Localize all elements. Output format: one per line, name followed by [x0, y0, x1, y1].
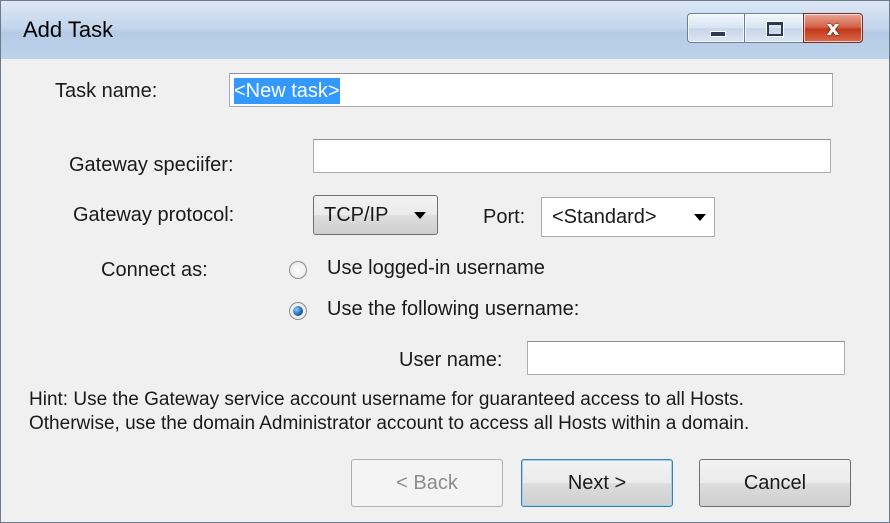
- title-bar[interactable]: Add Task x: [1, 1, 889, 59]
- maximize-button[interactable]: [744, 13, 804, 43]
- user-name-input[interactable]: [527, 341, 845, 375]
- add-task-window: Add Task x Task name: <New task> Gateway…: [0, 0, 890, 523]
- radio-following-label[interactable]: Use the following username:: [327, 298, 579, 321]
- maximize-icon: [766, 21, 784, 37]
- connect-as-label: Connect as:: [101, 259, 208, 281]
- hint-line-1: Hint: Use the Gateway service account us…: [29, 389, 744, 410]
- gateway-specifier-label: Gateway speciifer:: [69, 154, 234, 176]
- port-label: Port:: [483, 206, 526, 228]
- gateway-specifier-input[interactable]: [313, 139, 831, 173]
- task-name-label: Task name:: [55, 80, 158, 102]
- gateway-protocol-label: Gateway protocol:: [73, 204, 235, 226]
- user-name-label: User name:: [399, 349, 503, 371]
- task-name-input[interactable]: <New task>: [229, 73, 833, 107]
- radio-logged-in-username[interactable]: [289, 261, 307, 279]
- chevron-down-icon: [414, 212, 426, 219]
- close-button[interactable]: x: [803, 13, 863, 43]
- radio-following-username[interactable]: [289, 302, 307, 320]
- minimize-icon: [710, 31, 726, 37]
- dialog-body: Task name: <New task> Gateway speciifer:…: [9, 59, 881, 522]
- task-name-value: <New task>: [234, 78, 340, 104]
- back-button[interactable]: < Back: [351, 459, 503, 507]
- cancel-button[interactable]: Cancel: [699, 459, 851, 507]
- next-button[interactable]: Next >: [521, 459, 673, 507]
- close-icon: x: [826, 16, 840, 40]
- radio-logged-in-label[interactable]: Use logged-in username: [327, 257, 545, 280]
- gateway-protocol-select[interactable]: TCP/IP: [313, 195, 438, 235]
- port-value: <Standard>: [552, 206, 657, 228]
- hint-line-2: Otherwise, use the domain Administrator …: [29, 413, 750, 434]
- window-title: Add Task: [23, 17, 114, 42]
- chevron-down-icon: [694, 214, 706, 221]
- gateway-protocol-value: TCP/IP: [324, 204, 389, 226]
- radio-selected-dot: [293, 306, 303, 316]
- minimize-button[interactable]: [687, 13, 745, 43]
- port-select[interactable]: <Standard>: [541, 197, 715, 237]
